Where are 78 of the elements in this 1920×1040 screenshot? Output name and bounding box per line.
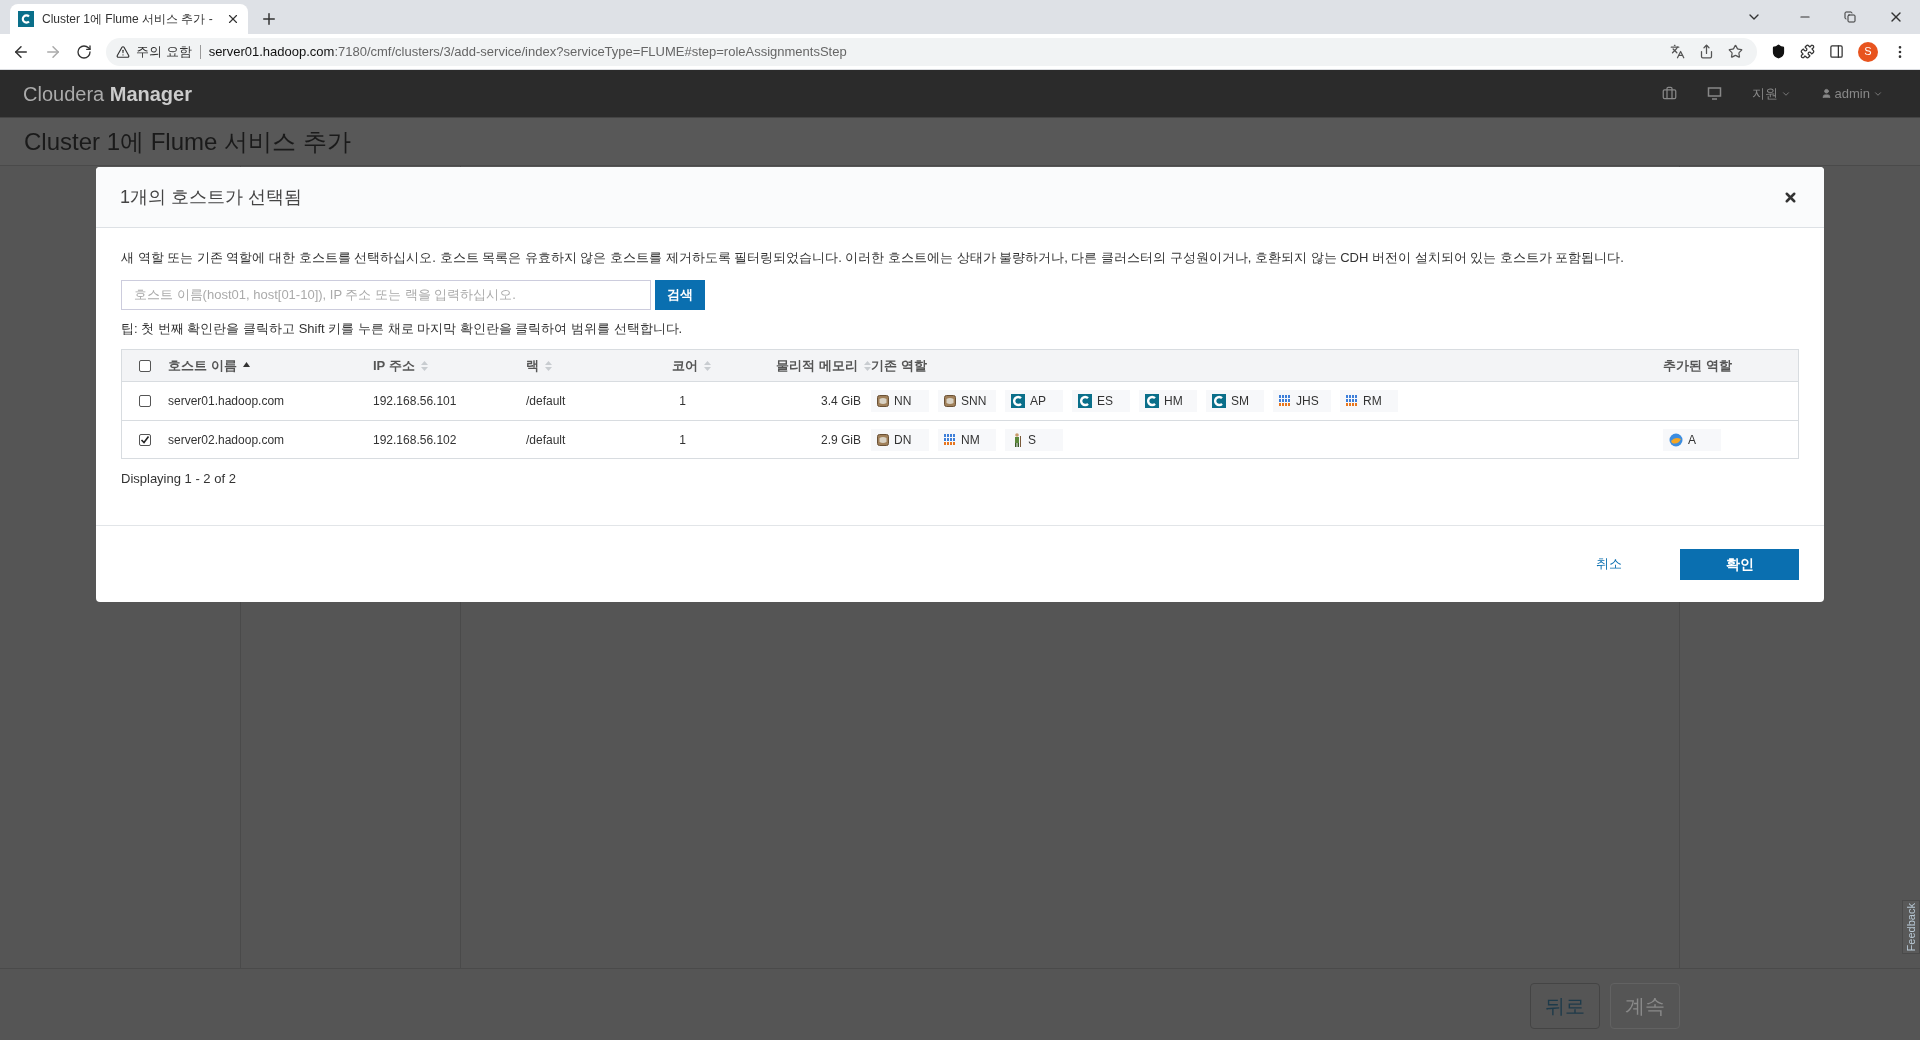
table-cell-text: /default	[526, 393, 566, 410]
table-cell-text: 1	[679, 431, 686, 449]
extensions-icon[interactable]	[1800, 44, 1815, 59]
search-button[interactable]: 검색	[655, 279, 705, 310]
translate-icon[interactable]	[1670, 44, 1685, 59]
url-text: server01.hadoop.com:7180/cmf/clusters/3/add-service/index?serviceType=FLUME#step=roleAssignmentsStep	[208, 42, 847, 61]
brand-logo[interactable]: Cloudera Manager	[23, 78, 192, 109]
bookmark-icon[interactable]	[1728, 44, 1743, 59]
column-header[interactable]: 호스트 이름	[168, 355, 237, 376]
pagination-text: Displaying 1 - 2 of 2	[121, 470, 237, 488]
row-checkbox[interactable]	[139, 395, 151, 407]
globe-icon	[1669, 432, 1683, 447]
browser-tab[interactable]: Cluster 1에 Flume 서비스 추가 -	[10, 4, 248, 34]
tab-title: Cluster 1에 Flume 서비스 추가 -	[42, 11, 214, 28]
close-tab-icon[interactable]	[226, 12, 240, 26]
support-menu[interactable]: 지원	[1751, 83, 1791, 104]
role-label: SNN	[961, 393, 987, 410]
c-logo-icon	[1145, 394, 1159, 408]
user-menu[interactable]: admin	[1820, 83, 1883, 104]
search-field[interactable]: 호스트 이름(host01, host[01-10]), IP 주소 또는 랙을 입력하십시오.	[121, 279, 651, 310]
cancel-button[interactable]: 취소	[1596, 554, 1622, 574]
close-icon[interactable]	[1783, 189, 1798, 205]
column-header: 기존 역할	[871, 356, 927, 375]
grid-icon	[1279, 395, 1291, 407]
c-logo-icon	[1011, 394, 1025, 408]
user-icon	[1820, 88, 1832, 99]
security-warning[interactable]: 주의 요함	[136, 41, 192, 62]
reload-icon[interactable]	[76, 43, 92, 60]
extension-icon[interactable]	[1771, 44, 1786, 59]
new-tab-icon[interactable]	[260, 10, 278, 28]
dialog-title: 1개의 호스트가 선택됨	[120, 185, 303, 209]
warning-icon	[116, 44, 130, 59]
column-header[interactable]: 랙	[526, 355, 539, 376]
side-panel-icon[interactable]	[1829, 44, 1844, 59]
restore-icon[interactable]	[1844, 11, 1856, 23]
description-text: 새 역할 또는 기존 역할에 대한 호스트를 선택하십시오. 호스트 목록은 유효하지 않은 호스트를 제거하도록 필터링되었습니다. 이러한 호스트에는 상태가 불량하거나, 다른 클러스터의 구성원이거나, 호환되지 않는 CDH 버전이 설치되어 있는 호스트가 포함됩니다.	[121, 249, 1625, 267]
disk-icon	[944, 395, 956, 407]
role-label: DN	[894, 431, 912, 449]
column-header[interactable]: IP 주소	[373, 355, 415, 376]
c-logo-icon	[18, 11, 34, 27]
tip-text: 팁: 첫 번째 확인란을 클릭하고 Shift 키를 누른 채로 마지막 확인란을 클릭하여 범위를 선택합니다.	[121, 319, 684, 338]
c-logo-icon	[1078, 394, 1092, 408]
table-cell-text: server01.hadoop.com	[168, 393, 285, 410]
table-cell-text: /default	[526, 431, 566, 449]
table-cell-text: 192.168.56.101	[373, 393, 457, 410]
c-logo-icon	[1212, 394, 1226, 408]
role-label: HM	[1164, 393, 1183, 410]
page-title: Cluster 1에 Flume 서비스 추가	[24, 126, 351, 157]
role-label: NN	[894, 393, 912, 410]
feedback-tab[interactable]: Feedback	[1902, 900, 1920, 954]
role-label: SM	[1231, 393, 1249, 410]
column-header: 추가된 역할	[1663, 356, 1732, 375]
role-label: S	[1028, 431, 1036, 449]
select-all-checkbox[interactable]	[139, 359, 151, 372]
table-cell-text: 2.9 GiB	[820, 431, 861, 449]
column-header[interactable]: 코어	[672, 355, 698, 376]
disk-icon	[877, 395, 889, 407]
address-bar[interactable]: 주의 요함 server01.hadoop.com:7180/cmf/clusters/3/add-service/index?serviceType=FLUME#step=roleAssignmentsStep	[106, 37, 1757, 66]
column-header[interactable]: 물리적 메모리	[776, 355, 858, 376]
role-label: ES	[1097, 393, 1113, 410]
role-label: NM	[961, 431, 980, 449]
grid-icon	[944, 433, 956, 446]
role-label: JHS	[1296, 393, 1319, 410]
confirm-button[interactable]: 확인	[1680, 548, 1799, 580]
table-cell-text: 192.168.56.102	[373, 431, 457, 449]
share-icon[interactable]	[1699, 44, 1714, 59]
role-label: AP	[1030, 393, 1046, 410]
disk-icon	[877, 433, 889, 446]
table-cell-text: 1	[679, 393, 686, 410]
role-label: A	[1688, 431, 1696, 449]
role-label: RM	[1363, 393, 1382, 410]
monitor-icon[interactable]	[1706, 86, 1722, 101]
table-cell-text: 3.4 GiB	[820, 393, 861, 410]
row-checkbox[interactable]	[139, 433, 151, 446]
profile-avatar[interactable]: S	[1858, 41, 1878, 62]
briefcase-icon[interactable]	[1661, 86, 1677, 101]
table-cell-text: server02.hadoop.com	[168, 431, 285, 449]
grid-icon	[1346, 395, 1358, 407]
